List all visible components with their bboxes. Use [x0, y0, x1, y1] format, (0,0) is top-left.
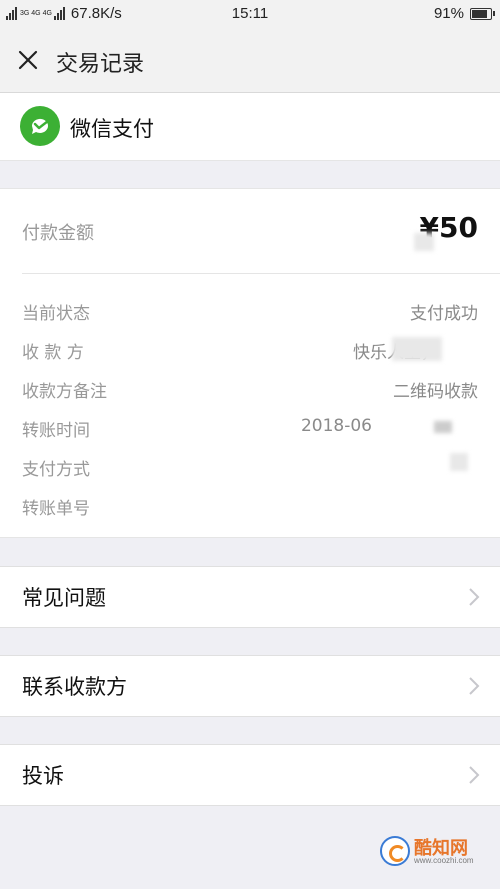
row-label: 收 款 方 — [22, 343, 84, 363]
status-right: 91% — [433, 5, 495, 22]
detail-row-status: 当前状态 支付成功 — [22, 299, 478, 325]
chevron-right-icon — [469, 588, 480, 606]
battery-percent: 91% — [433, 5, 464, 22]
close-icon[interactable] — [14, 46, 42, 74]
menu-item-contact-payee[interactable]: 联系收款方 — [0, 655, 500, 717]
row-value: 二维码收款 — [393, 382, 478, 402]
detail-row-note: 收款方备注 二维码收款 — [22, 377, 478, 403]
battery-level — [472, 9, 487, 18]
menu-label: 联系收款方 — [22, 675, 127, 699]
status-bar: 3G 4G 4G 67.8K/s 15:11 91% — [0, 0, 500, 28]
row-label: 当前状态 — [22, 304, 90, 324]
row-label: 收款方备注 — [22, 382, 107, 402]
status-time: 15:11 — [231, 5, 269, 22]
detail-row-order-id: 转账单号 — [22, 494, 478, 520]
redaction-mark — [392, 337, 442, 361]
row-value: 支付成功 — [410, 304, 478, 324]
detail-row-method: 支付方式 — [22, 455, 478, 481]
row-label: 转账单号 — [22, 499, 90, 519]
redaction-mark — [434, 421, 452, 433]
wechat-pay-icon — [20, 106, 60, 146]
amount-label: 付款金额 — [22, 223, 94, 244]
menu-label: 常见问题 — [22, 586, 106, 610]
row-label: 支付方式 — [22, 460, 90, 480]
menu-item-faq[interactable]: 常见问题 — [0, 566, 500, 628]
merchant-name: 微信支付 — [70, 117, 154, 141]
redaction-mark — [414, 233, 434, 251]
divider — [22, 273, 500, 274]
nav-bar: 交易记录 — [0, 28, 500, 93]
watermark-logo-icon — [380, 836, 410, 866]
menu-label: 投诉 — [22, 764, 64, 788]
transaction-detail: 付款金额 ¥50 当前状态 支付成功 收 款 方 快乐人生， 收款方备注 二维码… — [0, 188, 500, 538]
row-label: 转账时间 — [22, 421, 90, 441]
menu-item-complaint[interactable]: 投诉 — [0, 744, 500, 806]
detail-row-time: 转账时间 2018-06 — [22, 416, 478, 442]
page-title: 交易记录 — [56, 52, 145, 77]
watermark: 酷知网 www.coozhi.com — [372, 830, 492, 872]
chevron-right-icon — [469, 677, 480, 695]
redaction-mark — [450, 453, 468, 471]
merchant-header: 微信支付 — [0, 93, 500, 161]
chevron-right-icon — [469, 766, 480, 784]
battery-icon — [470, 7, 495, 20]
row-value: 2018-06 — [300, 416, 372, 436]
watermark-url: www.coozhi.com — [414, 856, 474, 865]
